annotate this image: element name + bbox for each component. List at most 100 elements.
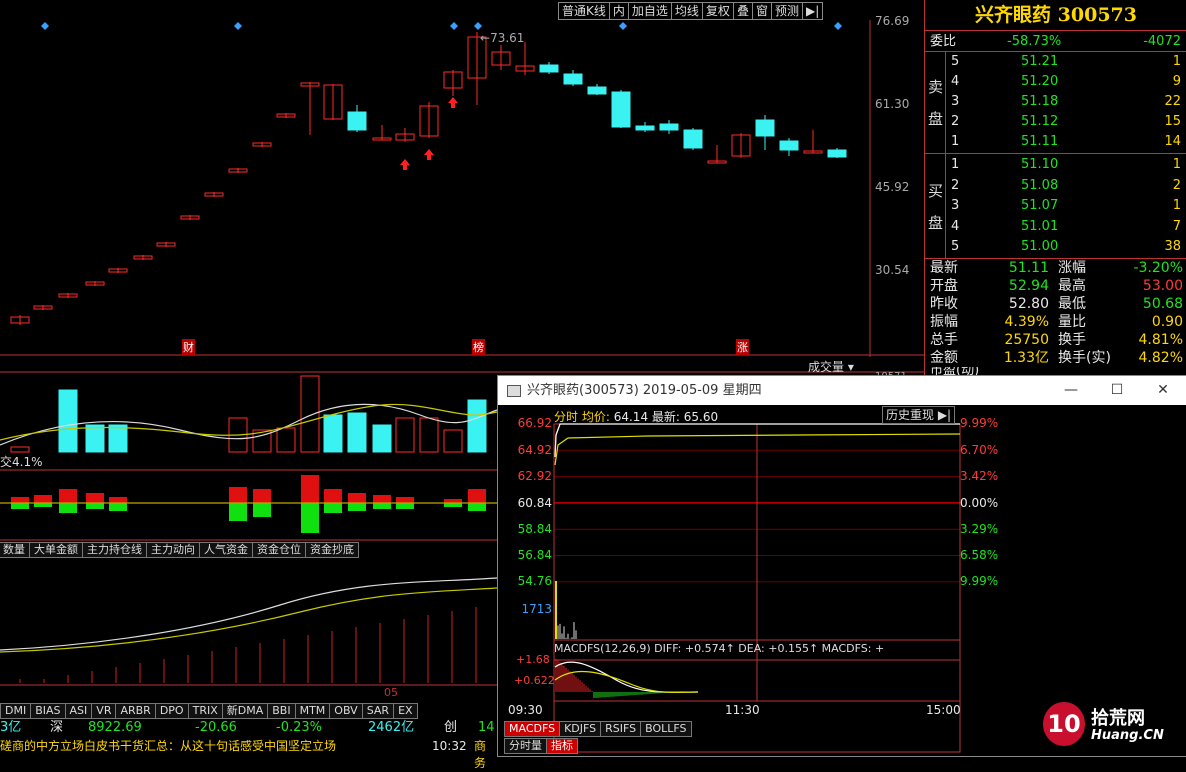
toolbar-button-kline-type[interactable]: 普通K线 bbox=[558, 2, 610, 20]
stat-label: 昨收 bbox=[930, 295, 958, 313]
fund-outflow-bar bbox=[348, 503, 366, 511]
stat-value: 50.68 bbox=[1143, 295, 1183, 313]
stat-value: 4.82% bbox=[1139, 349, 1183, 367]
watermark-url: Huang.CN bbox=[1091, 728, 1164, 743]
popup-tab-indicator[interactable]: 指标 bbox=[546, 738, 578, 754]
news-headline[interactable]: 磋商的中方立场白皮书干货汇总：从这十句话感受中国坚定立场 bbox=[0, 738, 336, 755]
popup-tab-kdjfs[interactable]: KDJFS bbox=[559, 721, 601, 737]
high-price-value: 73.61 bbox=[490, 31, 524, 45]
fund-tab[interactable]: 主力动向 bbox=[146, 542, 200, 558]
indicator-tab[interactable]: TRIX bbox=[188, 703, 223, 719]
stat-label: 量比 bbox=[1058, 313, 1086, 331]
popup-tab-rsifs[interactable]: RSIFS bbox=[600, 721, 641, 737]
quote-stat-row: 振幅 4.39% 量比 0.90 bbox=[925, 313, 1186, 331]
intraday-popup-window[interactable]: 兴齐眼药(300573) 2019-05-09 星期四 — ☐ ✕ 分时 均价:… bbox=[497, 375, 1186, 757]
volume-bar bbox=[109, 425, 127, 452]
fund-tab[interactable]: 数量 bbox=[0, 542, 30, 558]
volume-title[interactable]: 成交量 ▾ bbox=[808, 358, 854, 375]
stat-value: 52.94 bbox=[1009, 277, 1049, 295]
fund-inflow-bar bbox=[34, 495, 52, 503]
indicator-tab[interactable]: DMI bbox=[0, 703, 31, 719]
toolbar-button-forecast[interactable]: 预测 bbox=[771, 2, 803, 20]
stat-value: -3.20% bbox=[1133, 259, 1183, 277]
fund-tab[interactable]: 主力持仓线 bbox=[82, 542, 147, 558]
popup-tab-volume[interactable]: 分时量 bbox=[504, 738, 547, 754]
stock-header: 兴齐眼药 300573 bbox=[925, 0, 1186, 30]
ask-price: 51.20 bbox=[1021, 72, 1058, 92]
toolbar-button-collapse[interactable]: ▶| bbox=[802, 2, 823, 20]
fund-inflow-bar bbox=[11, 497, 29, 503]
sz-amount: 2462亿 bbox=[368, 719, 414, 737]
indicator-tab[interactable]: MTM bbox=[295, 703, 331, 719]
event-diamond-marker bbox=[234, 22, 242, 30]
sell-level-row[interactable]: 5 51.21 1 bbox=[925, 52, 1186, 72]
indicator-tab[interactable]: VR bbox=[91, 703, 116, 719]
indicator-tab[interactable]: EX bbox=[393, 703, 418, 719]
quote-stat-row: 总手 25750 换手 4.81% bbox=[925, 331, 1186, 349]
buy-level-row[interactable]: 4 51.01 7 bbox=[925, 217, 1186, 237]
sell-level-row[interactable]: 4 51.20 9 bbox=[925, 72, 1186, 92]
price-axis-label: 76.69 bbox=[875, 14, 909, 28]
event-marker-list[interactable]: 榜 bbox=[472, 339, 485, 355]
maximize-button[interactable]: ☐ bbox=[1094, 376, 1140, 405]
buy-level-row[interactable]: 3 51.07 1 bbox=[925, 196, 1186, 216]
last-price-value: 65.60 bbox=[684, 410, 718, 424]
sell-level-row[interactable]: 2 51.12 15 bbox=[925, 112, 1186, 132]
indicator-tab[interactable]: SAR bbox=[362, 703, 394, 719]
buy-level-row[interactable]: 2 51.08 2 bbox=[925, 176, 1186, 196]
popup-tab-macdfs[interactable]: MACDFS bbox=[504, 721, 560, 737]
sell-level-row[interactable]: 3 51.18 22 bbox=[925, 92, 1186, 112]
toolbar-button-add-favorite[interactable]: 加自选 bbox=[628, 2, 672, 20]
candle-body bbox=[540, 65, 558, 72]
kline-toolbar: 普通K线 内 加自选 均线 复权 叠 窗 预测 ▶| bbox=[558, 2, 822, 20]
toolbar-button-overlay[interactable]: 叠 bbox=[733, 2, 753, 20]
event-marker-rise[interactable]: 涨 bbox=[736, 339, 749, 355]
fund-tab[interactable]: 人气资金 bbox=[199, 542, 253, 558]
fund-outflow-bar bbox=[109, 503, 127, 511]
fund-tab[interactable]: 资金仓位 bbox=[252, 542, 306, 558]
quote-stat-row: 金额 1.33亿 换手(实) 4.82% bbox=[925, 349, 1186, 367]
turnover-label: 交4.1% bbox=[0, 453, 43, 470]
news-ticker[interactable]: 磋商的中方立场白皮书干货汇总：从这十句话感受中国坚定立场 10:32 商务 bbox=[0, 738, 497, 755]
toolbar-button-adjust[interactable]: 复权 bbox=[702, 2, 734, 20]
intraday-price-axis-label: 64.92 bbox=[498, 443, 552, 457]
buy-level-row[interactable]: 5 51.00 38 bbox=[925, 237, 1186, 257]
ask-volume: 15 bbox=[1164, 112, 1181, 132]
macd-axis-label: +0.622 bbox=[514, 674, 555, 687]
indicator-tab-bar: DMI BIAS ASI VR ARBR DPO TRIX 新DMA BBI M… bbox=[0, 703, 417, 719]
indicator-tab[interactable]: OBV bbox=[329, 703, 362, 719]
popup-bottom-tabs: 分时量 指标 bbox=[504, 738, 577, 754]
fund-tab[interactable]: 大单金额 bbox=[29, 542, 83, 558]
fund-tab[interactable]: 资金抄底 bbox=[305, 542, 359, 558]
fund-outflow-bar bbox=[86, 503, 104, 509]
close-button[interactable]: ✕ bbox=[1140, 376, 1186, 405]
indicator-tab[interactable]: ASI bbox=[65, 703, 93, 719]
candle-body bbox=[756, 120, 774, 136]
toolbar-button-ma[interactable]: 均线 bbox=[671, 2, 703, 20]
intraday-pct-axis-label: 9.99% bbox=[960, 574, 998, 588]
avg-price-value: 64.14 bbox=[614, 410, 648, 424]
stat-label: 最新 bbox=[930, 259, 958, 277]
indicator-tab[interactable]: 新DMA bbox=[222, 703, 269, 719]
indicator-tab[interactable]: BIAS bbox=[30, 703, 65, 719]
intraday-price-axis-label: 54.76 bbox=[498, 574, 552, 588]
stat-label: 最高 bbox=[1058, 277, 1086, 295]
fund-outflow-bar bbox=[11, 503, 29, 509]
event-marker-finance[interactable]: 财 bbox=[182, 339, 195, 355]
toolbar-button-inner[interactable]: 内 bbox=[609, 2, 629, 20]
bid-volume: 38 bbox=[1164, 237, 1181, 257]
indicator-tab[interactable]: ARBR bbox=[115, 703, 155, 719]
time-axis-start: 09:30 bbox=[508, 703, 543, 717]
indicator-tab[interactable]: DPO bbox=[155, 703, 189, 719]
buy-level-row[interactable]: 1 51.10 1 bbox=[925, 155, 1186, 175]
history-replay-button[interactable]: 历史重现 ▶| bbox=[882, 406, 955, 424]
indicator-tab[interactable]: BBI bbox=[267, 703, 295, 719]
popup-tab-bollfs[interactable]: BOLLFS bbox=[640, 721, 691, 737]
stock-name: 兴齐眼药 bbox=[975, 4, 1051, 26]
volume-bar bbox=[86, 425, 104, 452]
popup-titlebar[interactable]: 兴齐眼药(300573) 2019-05-09 星期四 — ☐ ✕ bbox=[498, 376, 1186, 405]
volume-bar bbox=[444, 430, 462, 452]
minimize-button[interactable]: — bbox=[1048, 376, 1094, 405]
sell-level-row[interactable]: 1 51.11 14 bbox=[925, 132, 1186, 152]
toolbar-button-window[interactable]: 窗 bbox=[752, 2, 772, 20]
